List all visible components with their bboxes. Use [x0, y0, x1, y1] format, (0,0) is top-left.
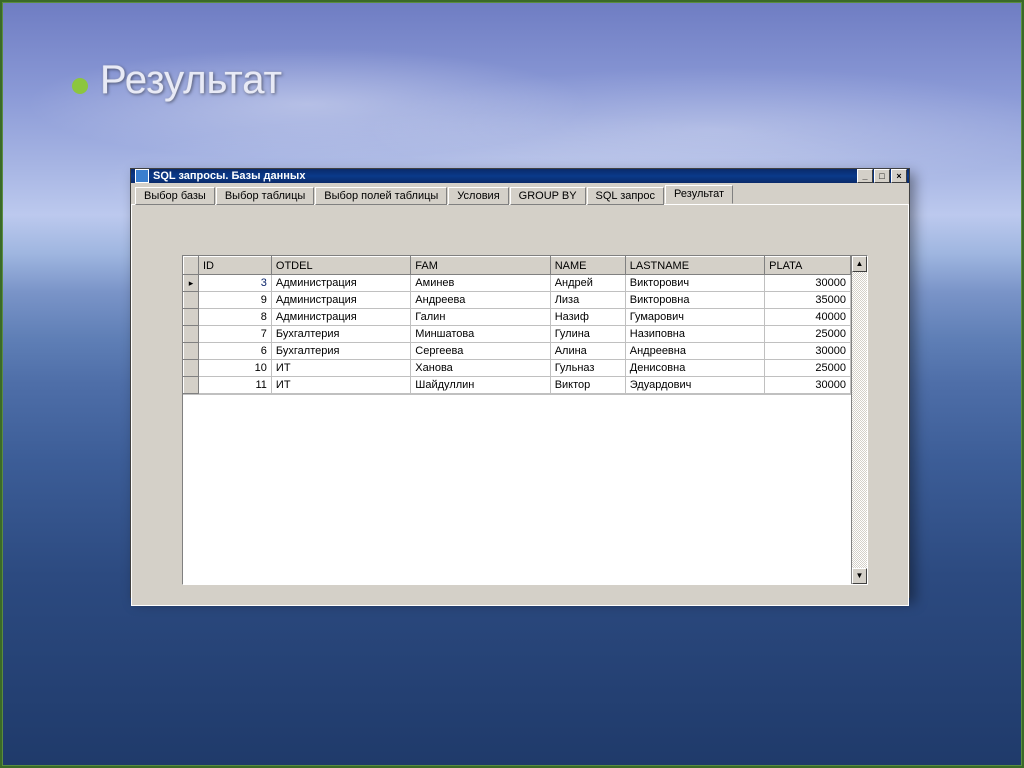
- cell-name[interactable]: Гулина: [550, 326, 625, 343]
- close-button[interactable]: ×: [891, 169, 907, 183]
- slide-title: Результат: [100, 58, 282, 103]
- cell-otdel[interactable]: Бухгалтерия: [271, 326, 410, 343]
- cell-lastname[interactable]: Андреевна: [625, 343, 764, 360]
- cell-lastname[interactable]: Денисовна: [625, 360, 764, 377]
- col-header-id[interactable]: ID: [199, 257, 272, 275]
- grid-header-row: ID OTDEL FAM NAME LASTNAME PLATA: [184, 257, 851, 275]
- cell-plata[interactable]: 30000: [765, 275, 851, 292]
- cell-name[interactable]: Лиза: [550, 292, 625, 309]
- vertical-scrollbar[interactable]: ▲ ▼: [851, 256, 867, 584]
- tab-select-table[interactable]: Выбор таблицы: [216, 187, 314, 205]
- col-header-otdel[interactable]: OTDEL: [271, 257, 410, 275]
- cell-otdel[interactable]: Администрация: [271, 292, 410, 309]
- table-row[interactable]: 7БухгалтерияМиншатоваГулинаНазиповна2500…: [184, 326, 851, 343]
- col-header-fam[interactable]: FAM: [411, 257, 550, 275]
- client-area: ID OTDEL FAM NAME LASTNAME PLATA ▸3Админ…: [131, 205, 909, 606]
- scroll-down-button[interactable]: ▼: [852, 568, 867, 584]
- cell-otdel[interactable]: Бухгалтерия: [271, 343, 410, 360]
- row-indicator: [184, 360, 199, 377]
- cell-fam[interactable]: Сергеева: [411, 343, 550, 360]
- cell-name[interactable]: Гульназ: [550, 360, 625, 377]
- scroll-up-button[interactable]: ▲: [852, 256, 867, 272]
- tab-select-fields[interactable]: Выбор полей таблицы: [315, 187, 447, 205]
- tab-conditions[interactable]: Условия: [448, 187, 508, 205]
- cell-otdel[interactable]: Администрация: [271, 275, 410, 292]
- tab-sql-query[interactable]: SQL запрос: [587, 187, 665, 205]
- tabstrip: Выбор базы Выбор таблицы Выбор полей таб…: [131, 183, 909, 205]
- cell-plata[interactable]: 25000: [765, 326, 851, 343]
- cell-plata[interactable]: 30000: [765, 343, 851, 360]
- col-header-plata[interactable]: PLATA: [765, 257, 851, 275]
- table-row[interactable]: 9АдминистрацияАндрееваЛизаВикторовна3500…: [184, 292, 851, 309]
- app-window: SQL запросы. Базы данных _ □ × Выбор баз…: [130, 168, 910, 598]
- cell-fam[interactable]: Шайдуллин: [411, 377, 550, 394]
- cell-plata[interactable]: 25000: [765, 360, 851, 377]
- cell-id[interactable]: 9: [199, 292, 272, 309]
- row-indicator: [184, 309, 199, 326]
- cell-otdel[interactable]: ИТ: [271, 360, 410, 377]
- app-icon: [135, 169, 149, 183]
- table-row[interactable]: 11ИТШайдуллинВикторЭдуардович30000: [184, 377, 851, 394]
- cell-lastname[interactable]: Назиповна: [625, 326, 764, 343]
- row-indicator: [184, 377, 199, 394]
- cell-lastname[interactable]: Гумарович: [625, 309, 764, 326]
- window-title: SQL запросы. Базы данных: [153, 170, 305, 182]
- cell-fam[interactable]: Аминев: [411, 275, 550, 292]
- table-row[interactable]: 6БухгалтерияСергееваАлинаАндреевна30000: [184, 343, 851, 360]
- tab-group-by[interactable]: GROUP BY: [510, 187, 586, 205]
- cell-fam[interactable]: Галин: [411, 309, 550, 326]
- cell-id[interactable]: 8: [199, 309, 272, 326]
- cell-plata[interactable]: 40000: [765, 309, 851, 326]
- bullet-icon: [72, 78, 88, 94]
- row-indicator: [184, 326, 199, 343]
- cell-otdel[interactable]: ИТ: [271, 377, 410, 394]
- datagrid[interactable]: ID OTDEL FAM NAME LASTNAME PLATA ▸3Админ…: [182, 255, 868, 585]
- cell-fam[interactable]: Ханова: [411, 360, 550, 377]
- cell-id[interactable]: 6: [199, 343, 272, 360]
- minimize-button[interactable]: _: [857, 169, 873, 183]
- row-indicator: ▸: [184, 275, 199, 292]
- titlebar[interactable]: SQL запросы. Базы данных _ □ ×: [131, 169, 909, 183]
- cell-id[interactable]: 3: [199, 275, 272, 292]
- row-indicator: [184, 292, 199, 309]
- cell-lastname[interactable]: Викторовна: [625, 292, 764, 309]
- cell-plata[interactable]: 35000: [765, 292, 851, 309]
- col-header-name[interactable]: NAME: [550, 257, 625, 275]
- cell-id[interactable]: 11: [199, 377, 272, 394]
- cell-id[interactable]: 10: [199, 360, 272, 377]
- cell-otdel[interactable]: Администрация: [271, 309, 410, 326]
- maximize-button[interactable]: □: [874, 169, 890, 183]
- table-row[interactable]: 10ИТХановаГульназДенисовна25000: [184, 360, 851, 377]
- cell-name[interactable]: Алина: [550, 343, 625, 360]
- table-row[interactable]: ▸3АдминистрацияАминевАндрейВикторович300…: [184, 275, 851, 292]
- grid-empty-area: [183, 394, 851, 584]
- scroll-track[interactable]: [852, 272, 867, 568]
- cell-fam[interactable]: Андреева: [411, 292, 550, 309]
- cell-name[interactable]: Виктор: [550, 377, 625, 394]
- cell-plata[interactable]: 30000: [765, 377, 851, 394]
- table-row[interactable]: 8АдминистрацияГалинНазифГумарович40000: [184, 309, 851, 326]
- cell-name[interactable]: Андрей: [550, 275, 625, 292]
- cell-fam[interactable]: Миншатова: [411, 326, 550, 343]
- tab-select-database[interactable]: Выбор базы: [135, 187, 215, 205]
- col-header-lastname[interactable]: LASTNAME: [625, 257, 764, 275]
- cell-lastname[interactable]: Эдуардович: [625, 377, 764, 394]
- row-indicator: [184, 343, 199, 360]
- row-header-corner: [184, 257, 199, 275]
- cell-id[interactable]: 7: [199, 326, 272, 343]
- cell-lastname[interactable]: Викторович: [625, 275, 764, 292]
- tab-result[interactable]: Результат: [665, 185, 733, 204]
- cell-name[interactable]: Назиф: [550, 309, 625, 326]
